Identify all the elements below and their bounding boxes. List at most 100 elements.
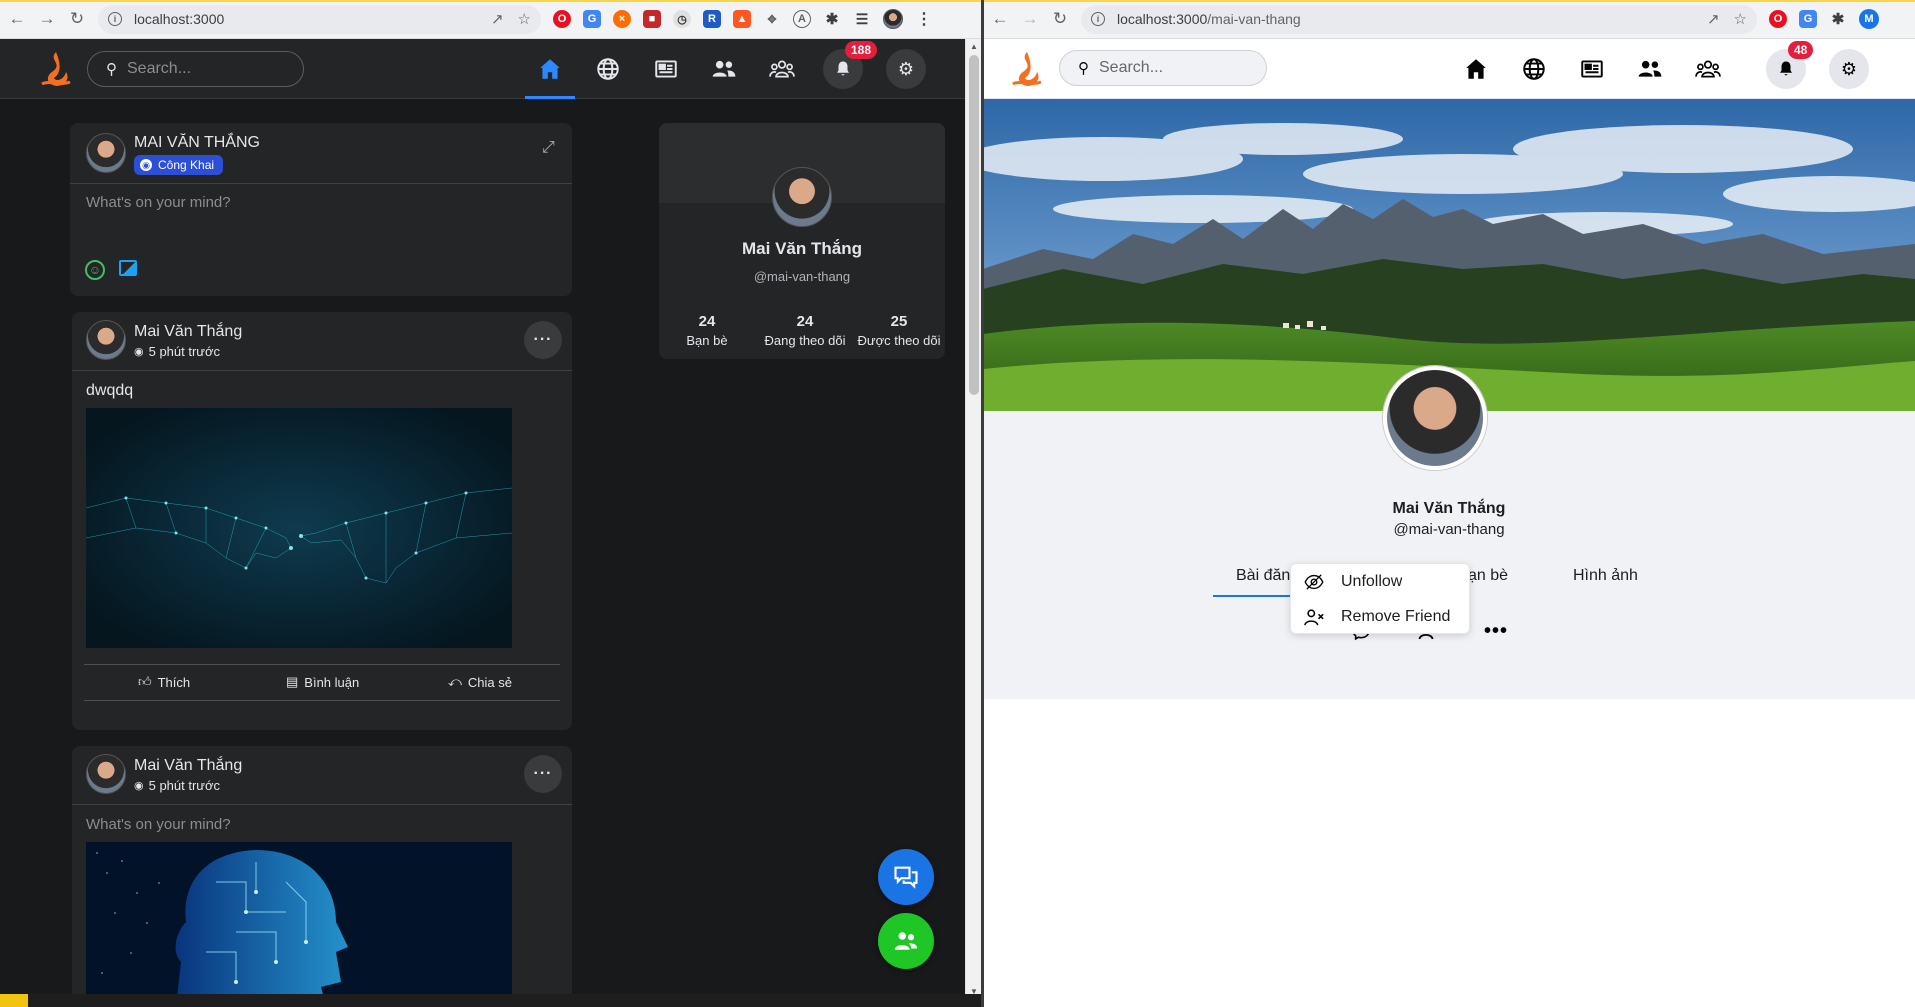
address-bar[interactable]: i localhost:3000 ↗ ☆ <box>98 4 541 34</box>
main-nav <box>1447 39 1737 99</box>
nav-groups[interactable] <box>1679 39 1737 99</box>
post-options-button[interactable]: ··· <box>524 755 562 793</box>
share-button[interactable]: ⤺ Chia sẻ <box>448 674 512 690</box>
stat-following[interactable]: 24 Đang theo dõi <box>755 313 855 348</box>
app-logo-icon[interactable] <box>38 50 74 88</box>
groups-icon <box>1695 60 1721 78</box>
clock-extension-icon[interactable]: ◷ <box>673 10 691 28</box>
browser-menu-icon[interactable]: ⋮ <box>915 10 933 28</box>
post-image[interactable] <box>86 408 512 648</box>
puzzle-extension-icon[interactable]: ✱ <box>1829 10 1847 28</box>
media-list-icon[interactable]: ☰ <box>853 10 871 28</box>
globe-icon <box>597 58 619 80</box>
bookmark-star-icon[interactable]: ☆ <box>518 10 531 28</box>
reload-icon[interactable]: ↻ <box>1047 6 1073 32</box>
address-url: localhost:3000/mai-van-thang <box>1117 11 1301 27</box>
nav-news[interactable] <box>637 39 695 99</box>
group-chat-fab-button[interactable] <box>878 913 934 969</box>
a-extension-icon[interactable]: A <box>793 10 811 28</box>
tab-photos-label: Hình ảnh <box>1573 567 1638 584</box>
chat-fab-button[interactable] <box>878 849 934 905</box>
translate-extension-icon[interactable]: G <box>1799 10 1817 28</box>
composer-user-name: MAI VĂN THẮNG <box>134 134 260 151</box>
image-upload-icon[interactable] <box>119 260 137 276</box>
home-icon <box>540 59 560 79</box>
bell-icon <box>1780 61 1792 76</box>
stat-followers[interactable]: 25 Được theo dõi <box>853 313 945 348</box>
nav-friends[interactable] <box>1621 39 1679 99</box>
bookmark-star-icon[interactable]: ☆ <box>1734 10 1747 28</box>
notifications-button[interactable]: 48 <box>1766 41 1814 89</box>
browser-profile-avatar[interactable] <box>883 9 903 29</box>
post-author[interactable]: Mai Văn Thắng <box>134 757 242 775</box>
stat-friends[interactable]: 24 Bạn bè <box>665 313 749 348</box>
expand-icon[interactable]: ⤢ <box>542 139 555 157</box>
profile-info-section: Mai Văn Thắng @mai-van-thang Bài đăn ạn … <box>983 366 1915 699</box>
forward-icon[interactable]: → <box>1017 6 1043 32</box>
avatar[interactable] <box>86 320 126 360</box>
tab-photos[interactable]: Hình ảnh <box>1573 557 1673 597</box>
r-extension-icon[interactable]: R <box>703 10 721 28</box>
search-input[interactable]: ⚲ Search... <box>1059 50 1267 86</box>
search-placeholder: Search... <box>1099 59 1164 76</box>
back-icon[interactable]: ← <box>4 6 30 32</box>
red-extension-icon[interactable]: ■ <box>643 10 661 28</box>
nav-home[interactable] <box>1447 39 1505 99</box>
comment-icon: ▤ <box>286 674 299 689</box>
opera-extension-icon[interactable]: O <box>1769 10 1787 28</box>
post-options-button[interactable]: ··· <box>524 321 562 359</box>
profile-cover-photo[interactable] <box>983 99 1915 411</box>
like-button[interactable]: 👍︎ Thích <box>138 674 190 690</box>
forward-icon[interactable]: → <box>34 6 60 32</box>
profile-avatar[interactable] <box>772 167 832 227</box>
browser-profile-avatar[interactable]: M <box>1859 9 1879 29</box>
opera-extension-icon[interactable]: O <box>553 10 571 28</box>
app-logo-icon[interactable] <box>1009 50 1045 88</box>
nav-home[interactable] <box>521 39 579 99</box>
nav-friends[interactable] <box>695 39 753 99</box>
search-icon: ⚲ <box>1078 60 1089 77</box>
fire-extension-icon[interactable]: ▲ <box>733 10 751 28</box>
profile-avatar[interactable] <box>1383 366 1487 470</box>
avatar[interactable] <box>86 133 126 173</box>
site-info-icon[interactable]: i <box>1091 12 1105 26</box>
nav-explore[interactable] <box>579 39 637 99</box>
privacy-selector[interactable]: ◉ Công Khai <box>134 155 224 175</box>
share-icon[interactable]: ↗ <box>1707 10 1720 28</box>
eye-off-icon <box>1303 573 1325 590</box>
avatar[interactable] <box>86 754 126 794</box>
reload-icon[interactable]: ↻ <box>64 6 90 32</box>
emoji-icon[interactable]: ☺ <box>85 260 105 280</box>
composer-input[interactable]: What's on your mind? <box>86 194 231 211</box>
nav-groups[interactable] <box>753 39 811 99</box>
share-icon[interactable]: ↗ <box>491 10 504 28</box>
orange-extension-icon[interactable]: × <box>613 10 631 28</box>
scroll-up-icon[interactable]: ▲ <box>970 42 978 51</box>
ai-head-image <box>86 842 512 1006</box>
move-extension-icon[interactable]: ✥ <box>763 10 781 28</box>
notifications-button[interactable]: 188 <box>823 41 878 89</box>
comment-button[interactable]: ▤ Bình luận <box>286 674 359 690</box>
scrollbar-thumb[interactable] <box>969 55 979 395</box>
search-input[interactable]: ⚲ Search... <box>87 51 304 87</box>
settings-button[interactable]: ⚙ <box>886 49 926 89</box>
profile-handle: @mai-van-thang <box>1393 521 1505 538</box>
nav-news[interactable] <box>1563 39 1621 99</box>
groups-icon <box>769 60 795 78</box>
site-info-icon[interactable]: i <box>108 12 122 26</box>
nav-explore[interactable] <box>1505 39 1563 99</box>
back-icon[interactable]: ← <box>987 6 1013 32</box>
address-bar[interactable]: i localhost:3000/mai-van-thang ↗ ☆ <box>1081 4 1757 34</box>
privacy-label: Công Khai <box>158 158 215 172</box>
puzzle-extension-icon[interactable]: ✱ <box>823 10 841 28</box>
settings-button[interactable]: ⚙ <box>1829 49 1869 89</box>
tab-friends[interactable]: ạn bè <box>1463 557 1563 597</box>
unfollow-menu-item[interactable]: Unfollow <box>1291 564 1469 599</box>
post-image[interactable] <box>86 842 512 1006</box>
more-options-button[interactable]: ••• <box>1481 616 1511 646</box>
remove-friend-menu-item[interactable]: Remove Friend <box>1291 599 1469 634</box>
vertical-scrollbar[interactable]: ▲ ▼ <box>965 39 981 1007</box>
translate-extension-icon[interactable]: G <box>583 10 601 28</box>
profile-name[interactable]: Mai Văn Thắng <box>659 239 945 259</box>
post-author[interactable]: Mai Văn Thắng <box>134 323 242 341</box>
